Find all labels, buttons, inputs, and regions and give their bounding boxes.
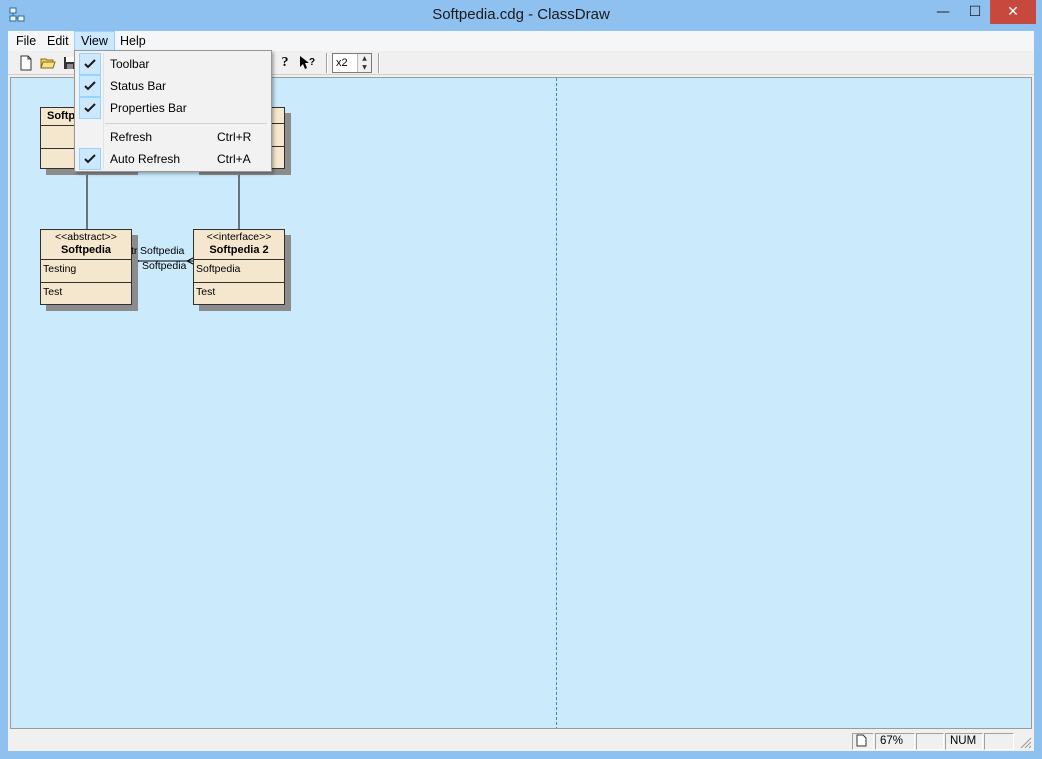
checkmark-icon [79, 148, 101, 170]
association-label-bottom[interactable]: Softpedia [142, 260, 186, 272]
class-stereotype: <<abstract>> [55, 231, 117, 243]
client-area: File Edit View Help ? ? x2 ▲ ▼ Softp <<a… [8, 31, 1034, 751]
menu-separator [105, 123, 267, 124]
zoom-spinner[interactable]: x2 ▲ ▼ [332, 53, 372, 73]
help-glyph: ? [281, 55, 289, 70]
status-zoom: 67% [875, 733, 915, 750]
app-window: Softpedia.cdg - ClassDraw — ☐ ✕ File Edi… [0, 0, 1042, 759]
new-file-icon[interactable] [16, 53, 36, 73]
view-menu-item-status-bar[interactable]: Status Bar [77, 75, 269, 97]
minimize-button[interactable]: — [926, 0, 960, 24]
class-attributes: Testing [43, 263, 77, 275]
status-num: NUM [945, 733, 983, 750]
zoom-spin-buttons[interactable]: ▲ ▼ [357, 54, 371, 72]
menu-item-shortcut: Ctrl+R [217, 130, 252, 144]
view-menu-item-toolbar[interactable]: Toolbar [77, 53, 269, 75]
maximize-button[interactable]: ☐ [958, 0, 992, 24]
checkmark-icon [79, 75, 101, 97]
view-menu-item-properties-bar[interactable]: Properties Bar [77, 97, 269, 119]
menu-item-label: Properties Bar [110, 101, 187, 115]
menu-edit[interactable]: Edit [41, 31, 75, 51]
spin-down-icon[interactable]: ▼ [358, 63, 371, 72]
title-bar[interactable]: Softpedia.cdg - ClassDraw — ☐ ✕ [0, 0, 1042, 31]
menu-item-label: Status Bar [110, 79, 167, 93]
menu-item-label: Refresh [110, 130, 153, 144]
svg-text:?: ? [309, 57, 315, 68]
class-name: Softpedia [60, 244, 112, 256]
class-attributes: Softpedia [196, 263, 241, 275]
class-operations: Test [41, 282, 131, 304]
resize-grip-icon[interactable] [1018, 735, 1032, 752]
menu-bar: File Edit View Help [8, 31, 1034, 51]
menu-item-label: Auto Refresh [110, 152, 181, 166]
view-menu-item-auto-refresh[interactable]: Auto Refresh Ctrl+A [77, 148, 269, 170]
spin-up-icon[interactable]: ▲ [358, 54, 371, 63]
close-button[interactable]: ✕ [990, 0, 1036, 24]
menu-item-label: Toolbar [110, 57, 150, 71]
help-icon[interactable]: ? [275, 53, 295, 73]
checkmark-icon [79, 53, 101, 75]
view-menu-item-refresh[interactable]: Refresh Ctrl+R [77, 126, 269, 148]
association-prefix: tr [131, 245, 138, 257]
toolbar-separator [378, 53, 380, 73]
class-name: Softpedia 2 [209, 244, 269, 256]
class-operations: Test [194, 282, 284, 304]
menu-view[interactable]: View [74, 31, 115, 51]
association-label-top[interactable]: Softpedia [140, 245, 184, 257]
status-bar: 67% NUM [8, 730, 1034, 751]
menu-file[interactable]: File [10, 31, 42, 51]
diagram-canvas[interactable]: Softp <<abstract>> Softpedia Testing Tes… [10, 77, 1032, 729]
view-menu-dropdown: Toolbar Status Bar Properties Bar Refres… [74, 50, 272, 172]
context-help-icon[interactable]: ? [298, 53, 318, 73]
checkmark-icon [79, 97, 101, 119]
zoom-value: x2 [336, 57, 348, 69]
open-folder-icon[interactable] [38, 53, 58, 73]
status-pane-scroll [984, 733, 1014, 750]
class-box-abstract[interactable]: <<abstract>> Softpedia Testing Test [40, 229, 132, 305]
window-title: Softpedia.cdg - ClassDraw [432, 6, 610, 23]
class-stereotype: <<interface>> [206, 231, 272, 243]
menu-help[interactable]: Help [114, 31, 152, 51]
page-icon [852, 733, 874, 750]
class-box-interface[interactable]: <<interface>> Softpedia 2 Softpedia Test [193, 229, 285, 305]
toolbar-separator [326, 53, 328, 73]
menu-item-shortcut: Ctrl+A [217, 152, 251, 166]
status-pane-empty [916, 733, 944, 750]
